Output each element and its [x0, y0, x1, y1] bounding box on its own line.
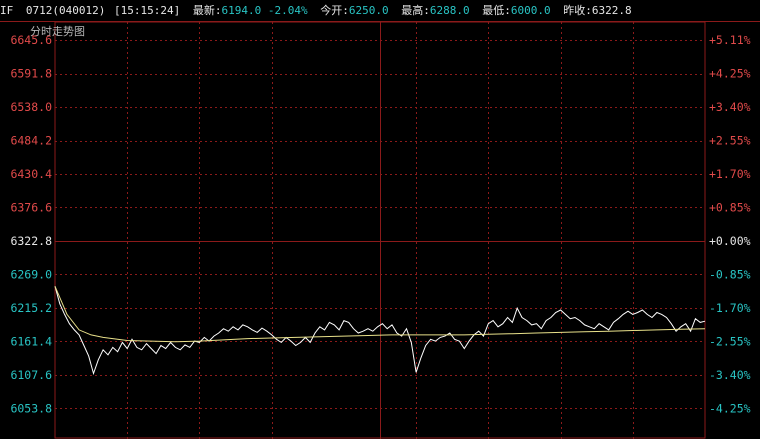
change-percent: -2.04%	[267, 4, 308, 17]
high-label: 最高:	[401, 4, 430, 17]
quote-header: IF 0712(040012) [15:15:24] 最新:6194.0 -2.…	[0, 0, 760, 22]
price-tick-label: 6538.0	[10, 100, 52, 114]
open-value: 6250.0	[348, 4, 389, 17]
price-tick-label: 6269.0	[10, 268, 52, 282]
price-tick-label: 6376.6	[10, 201, 52, 215]
contract-code: 0712(040012)	[25, 4, 106, 17]
price-tick-label: 6053.8	[10, 402, 52, 416]
low-label: 最低:	[482, 4, 511, 17]
percent-tick-label: -4.25%	[709, 402, 751, 416]
price-tick-label: 6430.4	[10, 167, 52, 181]
percent-tick-label: +5.11%	[709, 33, 751, 47]
percent-tick-label: +2.55%	[709, 134, 751, 148]
price-tick-label: 6161.4	[10, 335, 52, 349]
percent-tick-label: +1.70%	[709, 167, 751, 181]
timestamp: [15:15:24]	[113, 4, 181, 17]
percent-tick-label: -2.55%	[709, 335, 751, 349]
price-tick-label: 6645.6	[10, 33, 52, 47]
latest-label: 最新:	[192, 4, 222, 17]
percent-tick-label: +0.85%	[709, 201, 751, 215]
grid	[54, 22, 706, 439]
price-axis: 6645.6 6591.8 6538.0 6484.2 6430.4 6376.6 6322…	[10, 33, 52, 416]
open-label: 今开:	[320, 4, 349, 17]
price-tick-label: 6484.2	[10, 134, 52, 148]
price-tick-label: 6215.2	[10, 301, 52, 315]
low-value: 6000.0	[510, 4, 551, 17]
percent-tick-label: +3.40%	[709, 100, 751, 114]
high-value: 6288.0	[429, 4, 470, 17]
percent-tick-label: -1.70%	[709, 301, 751, 315]
prev-close-label: 昨收:	[563, 4, 592, 17]
intraday-chart: 分时走势图 6645.66591.86538.06484.26430.46376…	[10, 22, 751, 439]
price-tick-label: 6591.8	[10, 67, 52, 81]
latest-value: 6194.0	[221, 4, 262, 17]
price-tick-label: 6107.6	[10, 368, 52, 382]
percent-tick-label: -0.85%	[709, 268, 751, 282]
percent-tick-label: -3.40%	[709, 368, 751, 382]
percent-tick-label: +4.25%	[709, 67, 751, 81]
symbol: IF	[0, 4, 14, 17]
price-tick-label: 6322.8	[10, 234, 52, 248]
percent-tick-label: +0.00%	[709, 234, 751, 248]
prev-close-value: 6322.8	[591, 4, 632, 17]
percent-axis: +5.11% +4.25% +3.40% +2.55% +1.70% +0.85% +0.0…	[709, 33, 751, 416]
